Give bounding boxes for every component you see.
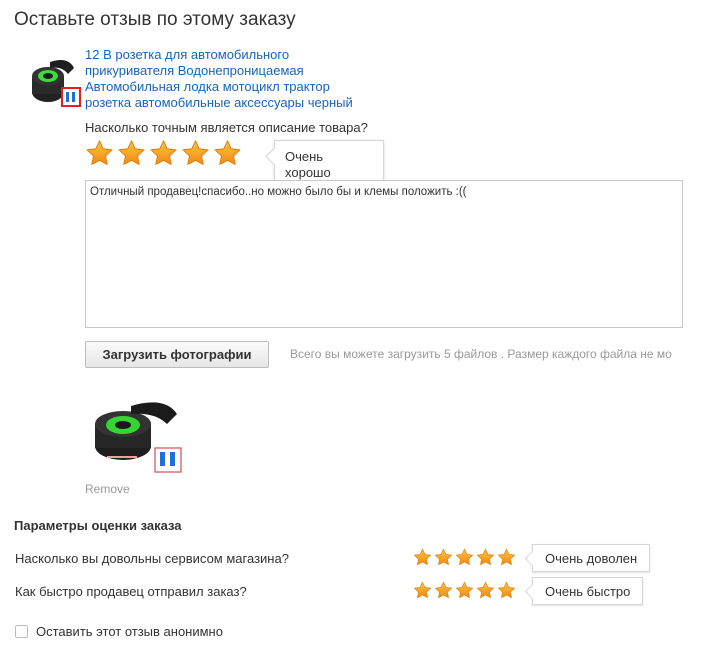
star-icon[interactable]	[413, 548, 432, 567]
star-icon[interactable]	[85, 139, 114, 168]
star-icon[interactable]	[213, 139, 242, 168]
product-thumbnail[interactable]	[20, 48, 84, 112]
uploaded-photo	[85, 396, 185, 474]
tag-arrow	[524, 550, 541, 567]
star-icon[interactable]	[476, 581, 495, 600]
remove-photo-link[interactable]: Remove	[85, 482, 130, 496]
service-rating-stars[interactable]	[413, 548, 516, 567]
star-icon[interactable]	[497, 548, 516, 567]
shipping-verdict: Очень быстро	[545, 583, 631, 599]
product-title-link[interactable]: 12 В розетка для автомобильного прикурив…	[85, 47, 385, 111]
tooltip-text-line: Очень	[285, 149, 324, 164]
service-verdict-tag: Очень доволен	[524, 544, 651, 572]
star-icon[interactable]	[117, 139, 146, 168]
star-icon[interactable]	[455, 581, 474, 600]
description-question: Насколько точным является описание товар…	[85, 120, 368, 135]
shipping-rating-stars[interactable]	[413, 581, 516, 600]
rating-tooltip: Очень хорошо	[265, 140, 384, 184]
car-socket-image	[95, 402, 182, 473]
star-icon[interactable]	[413, 581, 432, 600]
upload-photos-button[interactable]: Загрузить фотографии	[85, 341, 269, 368]
star-icon[interactable]	[434, 548, 453, 567]
tooltip-text-line: хорошо	[285, 165, 331, 180]
product-title-line[interactable]: прикуривателя Водонепроницаемая	[85, 63, 385, 79]
star-icon[interactable]	[455, 548, 474, 567]
star-icon[interactable]	[476, 548, 495, 567]
shipping-question: Как быстро продавец отправил заказ?	[15, 584, 247, 599]
shipping-verdict-tag: Очень быстро	[524, 577, 644, 605]
product-title-line[interactable]: розетка автомобильные аксессуары черный	[85, 95, 385, 111]
service-verdict: Очень доволен	[545, 550, 638, 566]
star-icon[interactable]	[434, 581, 453, 600]
product-title-line[interactable]: Автомобильная лодка мотоцикл трактор	[85, 79, 385, 95]
service-question: Насколько вы довольны сервисом магазина?	[15, 551, 289, 566]
car-socket-image	[32, 60, 81, 107]
page-title: Оставьте отзыв по этому заказу	[14, 9, 296, 30]
anonymous-label[interactable]: Оставить этот отзыв анонимно	[36, 624, 223, 639]
tooltip-arrow	[265, 147, 284, 166]
description-rating-stars[interactable]	[85, 139, 242, 168]
review-textarea[interactable]: Отличный продавец!спасибо..но можно было…	[85, 180, 683, 328]
product-title-line[interactable]: 12 В розетка для автомобильного	[85, 47, 385, 63]
star-icon[interactable]	[181, 139, 210, 168]
tag-arrow	[524, 583, 541, 600]
order-params-title: Параметры оценки заказа	[14, 518, 182, 533]
upload-note: Всего вы можете загрузить 5 файлов . Раз…	[290, 347, 672, 361]
anonymous-checkbox[interactable]	[15, 625, 28, 638]
star-icon[interactable]	[149, 139, 178, 168]
star-icon[interactable]	[497, 581, 516, 600]
